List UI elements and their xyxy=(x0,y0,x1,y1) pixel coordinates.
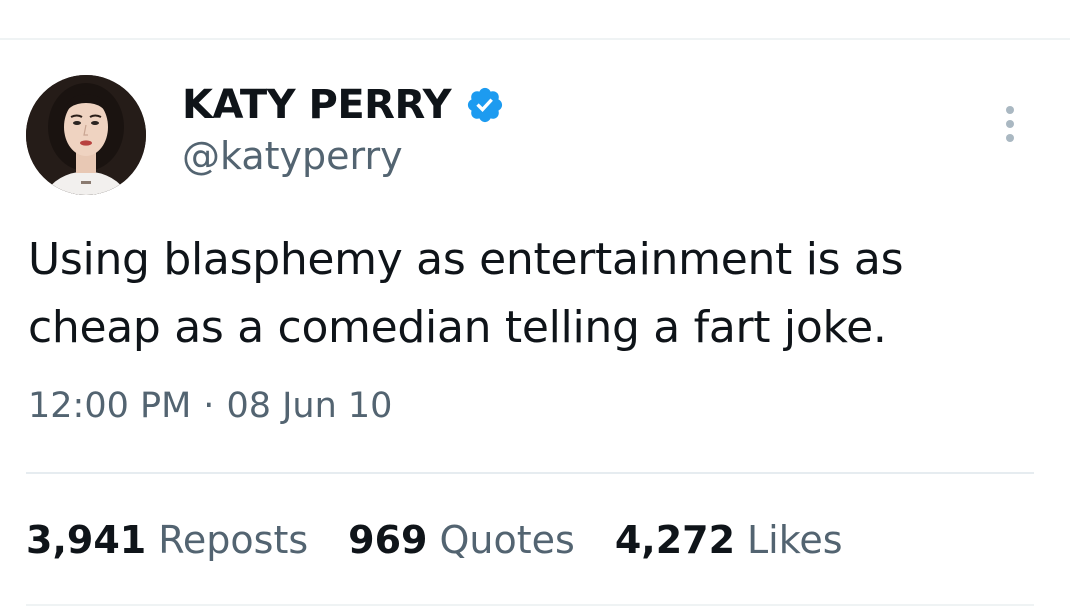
engagement-stats: 3,941 Reposts 969 Quotes 4,272 Likes xyxy=(26,518,883,562)
reposts-label: Reposts xyxy=(158,518,309,562)
bottom-divider xyxy=(26,604,1034,606)
likes-stat[interactable]: 4,272 Likes xyxy=(615,518,843,562)
quotes-stat[interactable]: 969 Quotes xyxy=(348,518,575,562)
top-divider xyxy=(0,38,1070,40)
timestamp-separator: · xyxy=(203,386,215,426)
display-name[interactable]: KATY PERRY xyxy=(182,82,452,128)
avatar[interactable] xyxy=(26,75,146,195)
verified-badge-icon xyxy=(465,85,505,125)
author-handle[interactable]: @katyperry xyxy=(182,134,403,178)
quotes-count: 969 xyxy=(348,518,428,562)
tweet-date: 08 Jun 10 xyxy=(226,386,393,426)
reposts-stat[interactable]: 3,941 Reposts xyxy=(26,518,308,562)
tweet-text: Using blasphemy as entertainment is as c… xyxy=(28,234,904,353)
likes-label: Likes xyxy=(747,518,843,562)
reposts-count: 3,941 xyxy=(26,518,147,562)
quotes-label: Quotes xyxy=(439,518,575,562)
more-vertical-icon[interactable] xyxy=(996,102,1024,146)
author-name-row: KATY PERRY xyxy=(182,79,505,131)
stats-divider xyxy=(26,472,1034,474)
tweet-time: 12:00 PM xyxy=(28,386,192,426)
tweet-timestamp[interactable]: 12:00 PM · 08 Jun 10 xyxy=(28,386,392,426)
likes-count: 4,272 xyxy=(614,518,736,562)
